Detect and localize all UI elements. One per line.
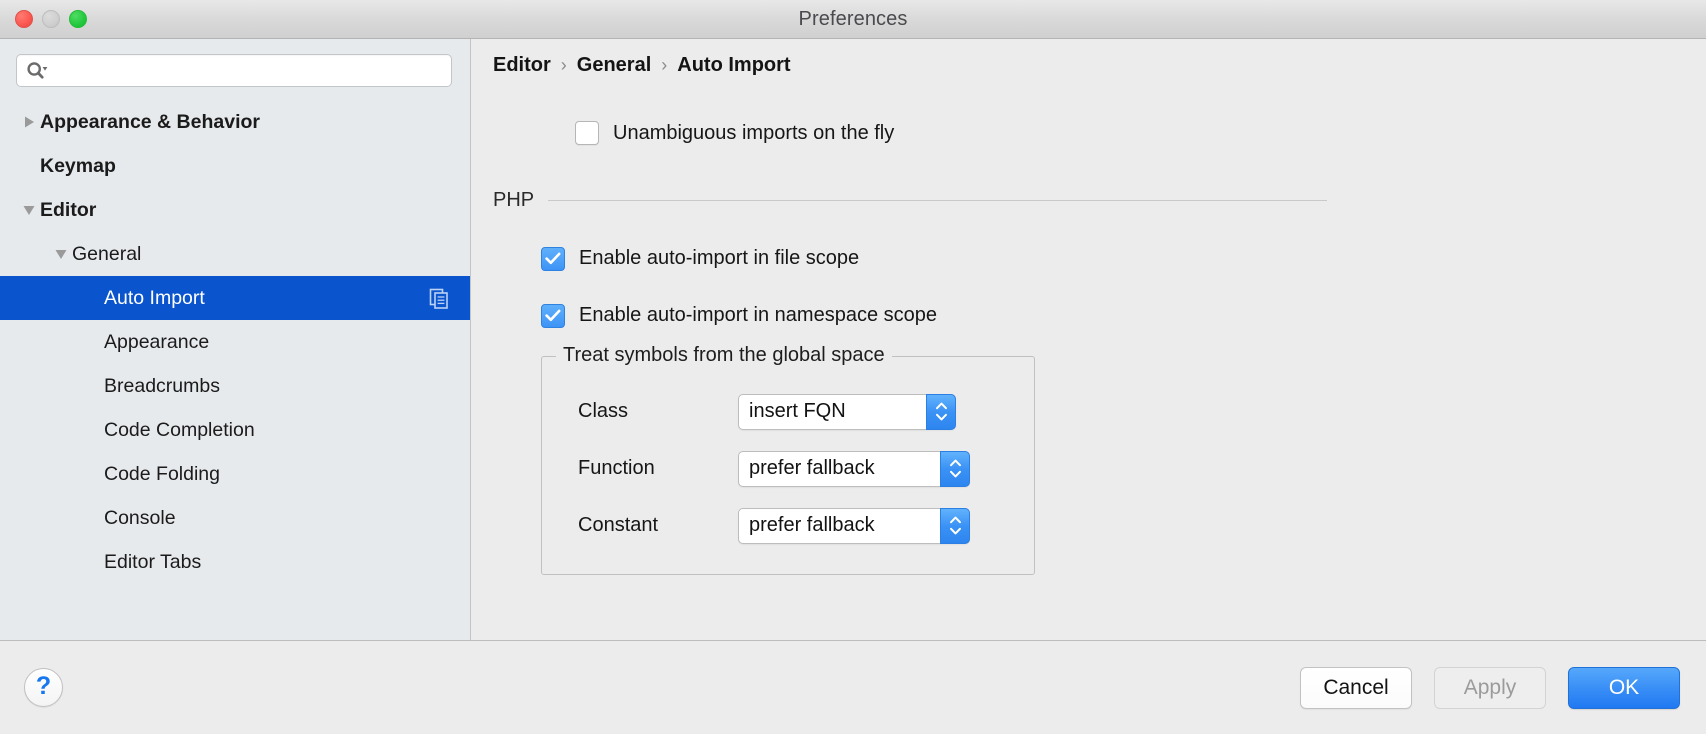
class-select[interactable]: insert FQN (738, 393, 956, 430)
php-checkbox-group: Enable auto-import in file scope Enable … (493, 230, 1706, 344)
sidebar-item-label: Code Completion (104, 418, 255, 441)
class-select-value: insert FQN (749, 400, 846, 422)
breadcrumb-item[interactable]: General (577, 54, 651, 77)
sidebar-item-label: Console (104, 506, 176, 529)
class-select-stepper[interactable] (926, 393, 956, 430)
with-import-popup-row[interactable]: With import popup (575, 91, 1706, 99)
sidebar-item-code-completion[interactable]: Code Completion (0, 408, 470, 452)
breadcrumb-item: Auto Import (677, 53, 791, 76)
search-icon (26, 61, 48, 80)
enable-file-scope-row[interactable]: Enable auto-import in file scope (541, 230, 1706, 287)
cancel-button[interactable]: Cancel (1300, 666, 1412, 709)
unambiguous-imports-label: Unambiguous imports on the fly (613, 121, 895, 144)
sidebar-item-label: Appearance (104, 330, 210, 353)
settings-tree: Appearance & Behavior Keymap Editor General… (0, 98, 470, 640)
breadcrumb-separator: › (560, 54, 567, 75)
unambiguous-imports-checkbox[interactable] (575, 121, 599, 145)
sidebar-item-label: Appearance & Behavior (40, 110, 260, 133)
enable-file-scope-label: Enable auto-import in file scope (579, 247, 860, 269)
checkmark-icon (545, 252, 561, 265)
traffic-light-group (15, 0, 87, 38)
cancel-button-label: Cancel (1323, 675, 1389, 699)
sidebar-item-appearance[interactable]: Appearance (0, 320, 470, 364)
constant-select-stepper[interactable] (940, 507, 970, 544)
sidebar-item-label: Editor Tabs (104, 550, 202, 573)
dialog-footer: ? Cancel Apply OK (0, 641, 1706, 734)
search-container (0, 39, 470, 98)
unambiguous-imports-row[interactable]: Unambiguous imports on the fly (493, 113, 1706, 153)
sidebar-item-keymap[interactable]: Keymap (0, 144, 470, 188)
php-section-divider (548, 200, 1328, 201)
sidebar-item-editor-tabs[interactable]: Editor Tabs (0, 540, 470, 584)
enable-namespace-scope-checkbox[interactable] (541, 303, 565, 328)
copy-icon[interactable] (428, 287, 450, 309)
window-body: Appearance & Behavior Keymap Editor General… (0, 39, 1706, 641)
ok-button-label: OK (1608, 675, 1640, 699)
enable-file-scope-checkbox[interactable] (541, 246, 565, 271)
apply-button[interactable]: Apply (1434, 666, 1546, 709)
sidebar-item-code-folding[interactable]: Code Folding (0, 452, 470, 496)
constant-field-label: Constant (578, 514, 659, 536)
sidebar-item-label: General (72, 242, 142, 265)
enable-namespace-scope-row[interactable]: Enable auto-import in namespace scope (541, 287, 1706, 344)
sidebar-item-label: Keymap (40, 154, 116, 177)
chevron-down-icon (935, 413, 947, 421)
chevron-down-icon[interactable] (50, 248, 72, 261)
help-button[interactable]: ? (24, 668, 63, 707)
constant-select-value: prefer fallback (749, 514, 875, 536)
chevron-up-icon (935, 402, 947, 410)
checkmark-icon (545, 309, 561, 322)
sidebar-item-label: Code Folding (104, 462, 220, 485)
sidebar-item-breadcrumbs[interactable]: Breadcrumbs (0, 364, 470, 408)
settings-sidebar: Appearance & Behavior Keymap Editor General… (0, 39, 471, 640)
apply-button-label: Apply (1463, 675, 1517, 699)
chevron-down-icon[interactable] (18, 204, 40, 217)
global-space-groupbox-title: Treat symbols from the global space (556, 344, 892, 367)
sidebar-item-label: Breadcrumbs (104, 374, 220, 397)
class-field-row: Class insert FQN (542, 383, 1034, 440)
enable-namespace-scope-label: Enable auto-import in namespace scope (579, 304, 937, 326)
search-box[interactable] (16, 54, 452, 87)
sidebar-item-console[interactable]: Console (0, 496, 470, 540)
search-input[interactable] (52, 61, 442, 80)
function-field-row: Function prefer fallback (542, 440, 1034, 497)
sidebar-item-label: Editor (40, 198, 97, 221)
window-titlebar: Preferences (0, 0, 1706, 39)
chevron-up-icon (949, 459, 961, 467)
breadcrumb-item[interactable]: Editor (493, 54, 551, 77)
chevron-down-icon (949, 527, 961, 535)
ok-button[interactable]: OK (1568, 666, 1680, 709)
maximize-button[interactable] (69, 10, 87, 28)
sidebar-item-general[interactable]: General (0, 232, 470, 276)
chevron-up-icon (949, 516, 961, 524)
minimize-button[interactable] (42, 10, 60, 28)
constant-field-row: Constant prefer fallback (542, 497, 1034, 554)
sidebar-item-editor[interactable]: Editor (0, 188, 470, 232)
sidebar-item-appearance-behavior[interactable]: Appearance & Behavior (0, 100, 470, 144)
settings-scroll-area: With import popup Unambiguous imports on… (471, 91, 1706, 640)
function-select[interactable]: prefer fallback (738, 450, 970, 487)
function-select-value: prefer fallback (749, 457, 875, 479)
chevron-right-icon[interactable] (18, 115, 40, 129)
class-field-label: Class (578, 400, 629, 422)
php-section-title: PHP (493, 189, 535, 211)
help-button-label: ? (35, 672, 52, 700)
breadcrumb: Editor › General › Auto Import (471, 39, 1706, 91)
sidebar-item-auto-import[interactable]: Auto Import (0, 276, 470, 320)
global-space-groupbox: Treat symbols from the global space Clas… (541, 344, 1035, 575)
breadcrumb-separator: › (661, 54, 668, 75)
function-select-stepper[interactable] (940, 450, 970, 487)
window-title: Preferences (798, 7, 908, 30)
php-section-header: PHP (493, 189, 1706, 212)
constant-select[interactable]: prefer fallback (738, 507, 970, 544)
close-button[interactable] (15, 10, 33, 28)
chevron-down-icon (949, 470, 961, 478)
settings-content-pane: Editor › General › Auto Import With import p… (471, 39, 1706, 640)
sidebar-item-label: Auto Import (104, 286, 205, 309)
function-field-label: Function (578, 457, 655, 479)
preferences-window: Preferences Appearance & Behavior Keymap… (0, 0, 1706, 734)
